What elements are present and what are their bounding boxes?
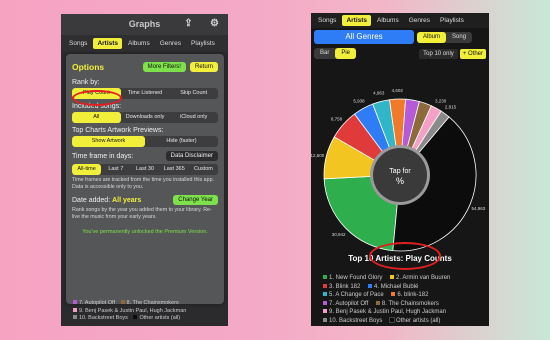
included-icloud[interactable]: iCloud only [169, 112, 218, 123]
slice-value-label: 54,963 [471, 206, 485, 211]
settings-icon[interactable]: ⚙ [209, 18, 220, 30]
legend-row: 10. Backstreet Boys Other artists (all) [323, 316, 450, 326]
included-downloads[interactable]: Downloads only [121, 112, 170, 123]
date-added-label: Date added: [72, 196, 111, 204]
page-title: Graphs [128, 19, 161, 29]
slice-value-label: 5,938 [353, 99, 365, 104]
change-year-button[interactable]: Change Year [173, 195, 218, 205]
return-button[interactable]: Return [189, 61, 218, 72]
rank-time-listened[interactable]: Time Listened [121, 88, 170, 99]
slice-value-label: 2,815 [445, 105, 457, 110]
all-genres-button[interactable]: All Genres [314, 30, 414, 44]
date-added-value: All years [112, 196, 142, 204]
other-button[interactable]: + Other [459, 48, 486, 59]
hide-artwork[interactable]: Hide (faster) [145, 136, 218, 147]
tab-genres[interactable]: Genres [156, 38, 185, 49]
included-songs-segment: All Downloads only iCloud only [72, 112, 218, 123]
list-item: 9. Benj Pasek & Justin Paul, Hugh Jackma… [73, 307, 186, 316]
more-filters-button[interactable]: More Filters! [142, 61, 186, 72]
legend-row: 3. Blink 182 4. Michael Bublé [323, 283, 450, 292]
date-note: Rank songs by the year you added them to… [72, 207, 212, 220]
bar-pie-segment: Bar Pie [314, 48, 357, 59]
donut-center[interactable] [373, 148, 427, 202]
left-artist-peek: 7. Autopilot Off 8. The Chainsmokers 9. … [73, 300, 186, 323]
pie-chart[interactable]: 30,942 12,500 8,758 5,938 4,963 4,602 3,230 2,8… [311, 75, 489, 265]
timeframe-note: Time frames are tracked from the time yo… [72, 177, 214, 190]
timeframe-label: Time frame in days: [72, 152, 134, 160]
show-artwork[interactable]: Show Artwork [72, 136, 145, 147]
slice-value-label: 12,500 [311, 153, 325, 158]
timeframe-365[interactable]: Last 365 [160, 164, 189, 175]
tab-songs[interactable]: Songs [314, 15, 340, 26]
chart-legend: 1. New Found Glory 2. Armin van Buuren 3… [323, 274, 450, 325]
list-item: 7. Autopilot Off 8. The Chainsmokers [73, 300, 186, 308]
data-disclaimer-button[interactable]: Data Disclaimer [165, 151, 218, 161]
top10-button[interactable]: Top 10 only [419, 48, 458, 59]
right-tab-bar: Songs Artists Albums Genres Playlists [311, 13, 489, 28]
timeframe-custom[interactable]: Custom [189, 164, 218, 175]
slice-value-label: 3,230 [435, 98, 447, 103]
tab-albums[interactable]: Albums [373, 15, 403, 26]
timeframe-all[interactable]: All-time [72, 164, 102, 175]
pie-svg: 30,942 12,500 8,758 5,938 4,963 4,602 3,230 2,8… [311, 88, 486, 252]
share-icon[interactable]: ⇪ [183, 18, 194, 30]
center-label-line2: % [396, 176, 404, 186]
highlight-circle-play-count [72, 90, 122, 106]
included-all[interactable]: All [72, 112, 121, 123]
artwork-segment: Show Artwork Hide (faster) [72, 136, 218, 147]
bar-option[interactable]: Bar [314, 48, 335, 59]
slice-value-label: 30,942 [332, 232, 346, 237]
slice-value-label: 4,602 [392, 88, 404, 93]
tab-albums[interactable]: Albums [124, 38, 154, 49]
list-item: 10. Backstreet Boys Other artists (all) [73, 315, 186, 323]
timeframe-segment: All-time Last 7 Last 30 Last 365 Custom [72, 164, 218, 175]
tab-genres[interactable]: Genres [405, 15, 434, 26]
rank-skip-count[interactable]: Skip Count [169, 88, 218, 99]
left-tab-bar: Songs Artists Albums Genres Playlists [61, 35, 228, 52]
album-option[interactable]: Album [417, 31, 447, 43]
right-phone-screen: Songs Artists Albums Genres Playlists Al… [311, 13, 489, 326]
slice-value-label: 8,758 [331, 116, 343, 121]
timeframe-30[interactable]: Last 30 [130, 164, 159, 175]
pie-option[interactable]: Pie [335, 48, 357, 59]
legend-row: 1. New Found Glory 2. Armin van Buuren [323, 274, 450, 283]
slice-value-label: 4,963 [373, 91, 385, 96]
rank-by-label: Rank by: [72, 79, 100, 86]
tab-artists[interactable]: Artists [342, 15, 372, 26]
artwork-label: Top Charts Artwork Previews: [72, 127, 164, 134]
legend-row: 9. Benj Pasek & Justin Paul, Hugh Jackma… [323, 308, 450, 317]
tab-playlists[interactable]: Playlists [436, 15, 468, 26]
album-song-segment: Album Song [417, 31, 473, 43]
timeframe-7[interactable]: Last 7 [101, 164, 130, 175]
highlight-circle-chart-title [369, 242, 441, 270]
legend-row: 5. A Change of Pace 6. blink-182 [323, 291, 450, 300]
tab-playlists[interactable]: Playlists [187, 38, 219, 49]
song-option[interactable]: Song [446, 32, 472, 43]
premium-notice: You've permanently unlocked the Premium … [82, 229, 208, 235]
options-title: Options [72, 61, 105, 72]
legend-row: 7. Autopilot Off 8. The Chainsmokers [323, 300, 450, 309]
title-bar: Graphs ⇪ ⚙ [61, 14, 228, 35]
tab-artists[interactable]: Artists [93, 38, 123, 49]
tab-songs[interactable]: Songs [65, 38, 91, 49]
center-label-line1: Tap for [389, 168, 411, 175]
